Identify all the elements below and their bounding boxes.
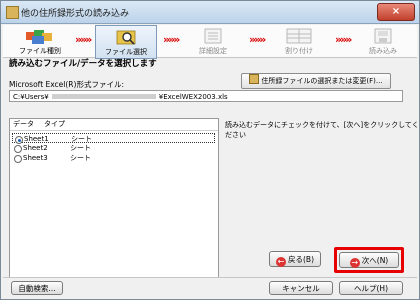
step-arrow-icon: »»» xyxy=(75,33,92,46)
sheet-type: シート xyxy=(70,144,91,152)
folder-search-icon xyxy=(116,30,136,45)
column-header-type: タイプ xyxy=(44,120,65,128)
sheet-row[interactable]: Sheet3 シート xyxy=(12,153,215,163)
detail-settings-icon xyxy=(204,28,222,44)
step-label: 割り付け xyxy=(285,47,313,55)
cancel-button[interactable]: キャンセル xyxy=(269,281,333,295)
step-arrow-icon: »»» xyxy=(335,33,352,46)
title-bar: 他の住所録形式の読み込み × xyxy=(1,1,419,24)
back-arrow-icon: ← xyxy=(276,257,286,267)
step-arrow-icon: »»» xyxy=(249,33,266,46)
next-button-highlight xyxy=(334,247,404,273)
mapping-icon xyxy=(286,28,312,44)
step-file-type: ファイル種別 xyxy=(9,25,71,57)
file-path-prefix: C:¥Users¥ xyxy=(13,93,49,101)
window-title: 他の住所録形式の読み込み xyxy=(21,9,130,19)
address-book-icon xyxy=(249,74,260,84)
sheet-name: Sheet3 xyxy=(23,154,48,162)
redacted-path-segment xyxy=(51,94,156,99)
column-header-data: データ xyxy=(13,120,34,128)
step-detail-settings: 詳細設定 xyxy=(183,25,243,57)
step-label: ファイル選択 xyxy=(105,48,147,56)
select-file-button-label: 住所録ファイルの選択または変更(F)... xyxy=(261,77,383,85)
step-file-select: ファイル選択 xyxy=(95,25,157,59)
instruction-text: 読み込むデータにチェックを付けて、[次へ]をクリックしてください xyxy=(225,121,419,139)
step-mapping: 割り付け xyxy=(269,25,329,57)
sheet-radio[interactable] xyxy=(14,155,22,163)
file-path-suffix: ¥ExcelWEX2003.xls xyxy=(158,93,228,101)
select-file-button[interactable]: 住所録ファイルの選択または変更(F)... xyxy=(241,73,391,89)
app-icon xyxy=(6,6,19,19)
file-path-field: C:¥Users¥ ¥ExcelWEX2003.xls xyxy=(9,90,403,102)
back-button-label: 戻る(B) xyxy=(288,255,314,264)
sheet-type: シート xyxy=(70,154,91,162)
sheet-radio[interactable] xyxy=(14,145,22,153)
wizard-steps: ファイル種別 »»» ファイル選択 »»» 詳細設定 »»» 割り付け »»» … xyxy=(3,25,417,59)
header-divider xyxy=(10,130,218,131)
step-label: ファイル種別 xyxy=(19,47,61,55)
step-label: 詳細設定 xyxy=(199,47,227,55)
step-label: 読み込み xyxy=(369,47,397,55)
close-button[interactable]: × xyxy=(377,3,415,21)
sheet-row[interactable]: Sheet1 シート xyxy=(12,133,215,144)
auto-search-button[interactable]: 自動検索... xyxy=(11,281,63,295)
section-title: 読み込むファイル/データを選択します xyxy=(9,59,157,69)
back-button[interactable]: ← 戻る(B) xyxy=(269,251,321,267)
sheet-list: データ タイプ Sheet1 シート Sheet2 シート Sheet3 シート xyxy=(9,118,219,278)
help-button[interactable]: ヘルプ(H) xyxy=(339,281,403,295)
file-type-label: Microsoft Excel(R)形式ファイル: xyxy=(9,80,124,89)
step-arrow-icon: »»» xyxy=(163,33,180,46)
footer-divider xyxy=(3,277,417,278)
load-icon xyxy=(374,28,392,44)
sheet-name: Sheet2 xyxy=(23,144,48,152)
sheet-row[interactable]: Sheet2 シート xyxy=(12,143,215,153)
step-load: 読み込み xyxy=(353,25,413,57)
folders-icon xyxy=(26,30,52,44)
import-dialog: 他の住所録形式の読み込み × ファイル種別 »»» ファイル選択 »»» 詳細設… xyxy=(0,0,420,300)
